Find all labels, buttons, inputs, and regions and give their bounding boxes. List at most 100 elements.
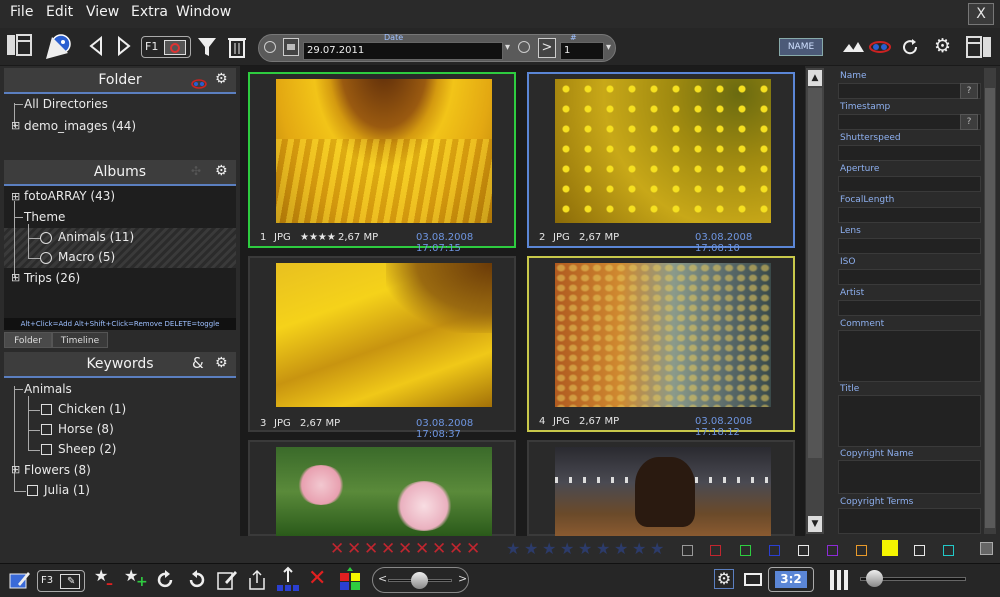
field-shutterspeed[interactable] — [838, 145, 981, 161]
keyword-chicken[interactable]: Chicken (1) — [58, 402, 126, 416]
reject-filter-icon[interactable]: ✕ — [398, 540, 412, 558]
f3-edit-button[interactable]: F3 ✎ — [37, 570, 85, 592]
rotate-clockwise-icon[interactable] — [155, 569, 177, 591]
thumbnail-1[interactable]: 1 JPG ★★★★ 2,67 MP 03.08.2008 17:07:15 — [248, 72, 516, 254]
expand-plus-icon[interactable]: ⊞ — [11, 190, 20, 203]
expand-plus-icon[interactable]: ⊞ — [11, 271, 20, 284]
name-help-button[interactable]: ? — [960, 83, 978, 99]
edit-image-icon[interactable] — [8, 568, 32, 592]
album-macro[interactable]: Macro (5) — [58, 250, 115, 264]
remove-star-icon[interactable]: ★ – — [94, 566, 118, 592]
reject-filter-icon[interactable]: ✕ — [364, 540, 378, 558]
close-button[interactable]: X — [968, 3, 994, 25]
slider-next-button[interactable]: > — [458, 572, 467, 585]
settings-gear-icon[interactable]: ⚙ — [934, 35, 951, 57]
panel-layout-icon[interactable] — [6, 33, 32, 63]
reject-filter-icon[interactable]: ✕ — [347, 540, 361, 558]
color-filter-green[interactable] — [740, 545, 751, 556]
rating-filter-star-icon[interactable]: ★ — [506, 540, 520, 558]
keywords-settings-gear-icon[interactable]: ⚙ — [215, 355, 228, 371]
albums-add-icon[interactable]: ✣ — [191, 164, 201, 178]
color-filter-yellow[interactable] — [882, 540, 898, 556]
field-artist[interactable] — [838, 300, 981, 316]
tab-timeline[interactable]: Timeline — [52, 332, 108, 348]
album-animals-radio[interactable] — [40, 232, 52, 244]
albums-settings-gear-icon[interactable]: ⚙ — [215, 163, 228, 179]
keyword-julia[interactable]: Julia (1) — [44, 483, 90, 497]
f1-preview-button[interactable]: F1 — [141, 36, 191, 58]
field-focallength[interactable] — [838, 207, 981, 223]
rating-filter-star-icon[interactable]: ★ — [560, 540, 574, 558]
count-input[interactable]: 1 — [560, 42, 604, 60]
grid-scrollbar[interactable]: ▲ ▼ — [806, 68, 824, 534]
reject-filter-icon[interactable]: ✕ — [432, 540, 446, 558]
album-animals[interactable]: Animals (11) — [58, 230, 134, 244]
rating-filter-star-icon[interactable]: ★ — [632, 540, 646, 558]
keyword-julia-checkbox[interactable] — [27, 485, 38, 496]
reject-filter-icon[interactable]: ✕ — [381, 540, 395, 558]
color-filter-white[interactable] — [798, 545, 809, 556]
keyword-animals[interactable]: Animals — [24, 382, 72, 396]
count-filter-radio[interactable] — [518, 41, 530, 53]
info-scroll-thumb[interactable] — [985, 88, 995, 528]
color-filter-purple[interactable] — [827, 545, 838, 556]
rating-filter-star-icon[interactable]: ★ — [524, 540, 538, 558]
keyword-sheep[interactable]: Sheep (2) — [58, 442, 116, 456]
keyword-horse[interactable]: Horse (8) — [58, 422, 114, 436]
filter-strip-toggle[interactable] — [980, 542, 993, 555]
previous-arrow-icon[interactable] — [86, 34, 106, 60]
scroll-down-icon[interactable]: ▼ — [808, 516, 822, 532]
slider-prev-button[interactable]: < — [378, 572, 387, 585]
menu-extra[interactable]: Extra — [131, 4, 168, 20]
expand-plus-icon[interactable]: ⊞ — [11, 463, 20, 476]
column-layout-icon[interactable] — [829, 569, 849, 591]
tab-folder[interactable]: Folder — [4, 332, 52, 348]
thumbnail-3[interactable]: 3 JPG 2,67 MP 03.08.2008 17:08:37 — [248, 256, 516, 440]
album-macro-radio[interactable] — [40, 252, 52, 264]
color-filter-orange[interactable] — [856, 545, 867, 556]
color-filter-cyan[interactable] — [943, 545, 954, 556]
keyword-sheep-checkbox[interactable] — [41, 444, 52, 455]
folder-all-directories[interactable]: All Directories — [24, 97, 108, 111]
slider-thumb[interactable] — [411, 572, 428, 589]
field-copyright-name[interactable] — [838, 460, 981, 494]
thumbnail-2[interactable]: 2 JPG 2,67 MP 03.08.2008 17:08:10 — [527, 72, 795, 254]
folder-link-icon[interactable] — [191, 75, 207, 89]
rating-filter-star-icon[interactable]: ★ — [650, 540, 664, 558]
field-aperture[interactable] — [838, 176, 981, 192]
date-input[interactable]: 29.07.2011 — [303, 42, 503, 60]
menu-view[interactable]: View — [86, 4, 119, 20]
rating-filter-star-icon[interactable]: ★ — [596, 540, 610, 558]
sort-by-name-button[interactable]: NAME — [779, 38, 823, 56]
aspect-ratio-button[interactable]: 3:2 — [768, 567, 814, 592]
right-panel-layout-icon[interactable] — [966, 35, 992, 59]
next-arrow-icon[interactable] — [114, 34, 134, 60]
sort-direction-icon[interactable] — [842, 38, 864, 56]
calendar-icon[interactable] — [283, 38, 299, 56]
rating-filter-star-icon[interactable]: ★ — [614, 540, 628, 558]
menu-file[interactable]: File — [10, 4, 33, 20]
album-trips[interactable]: Trips (26) — [24, 271, 80, 285]
edit-note-icon[interactable] — [216, 568, 238, 592]
trash-icon[interactable] — [226, 34, 248, 60]
scroll-thumb[interactable] — [808, 88, 822, 458]
reject-filter-icon[interactable]: ✕ — [415, 540, 429, 558]
albums-panel-header[interactable]: Albums — [4, 160, 236, 186]
keyword-horse-checkbox[interactable] — [41, 424, 52, 435]
thumbnail-4[interactable]: 4 JPG 2,67 MP 03.08.2008 17:18:12 — [527, 256, 795, 438]
keyword-chicken-checkbox[interactable] — [41, 404, 52, 415]
menu-window[interactable]: Window — [176, 4, 231, 20]
columns-slider-thumb[interactable] — [866, 570, 883, 587]
filter-funnel-icon[interactable] — [196, 34, 218, 60]
expand-plus-icon[interactable]: ⊞ — [11, 119, 20, 132]
satellite-dish-icon[interactable] — [42, 31, 74, 63]
reject-filter-icon[interactable]: ✕ — [330, 540, 344, 558]
add-star-icon[interactable]: ★ + — [124, 566, 148, 592]
compare-icon[interactable] — [869, 37, 891, 57]
color-filter-none[interactable] — [682, 545, 693, 556]
album-fotoarray[interactable]: fotoARRAY (43) — [24, 189, 115, 203]
album-theme[interactable]: Theme — [24, 210, 65, 224]
field-copyright-terms[interactable] — [838, 508, 981, 534]
next-date-button[interactable]: > — [538, 38, 556, 58]
view-settings-gear-icon[interactable]: ⚙ — [714, 569, 734, 589]
